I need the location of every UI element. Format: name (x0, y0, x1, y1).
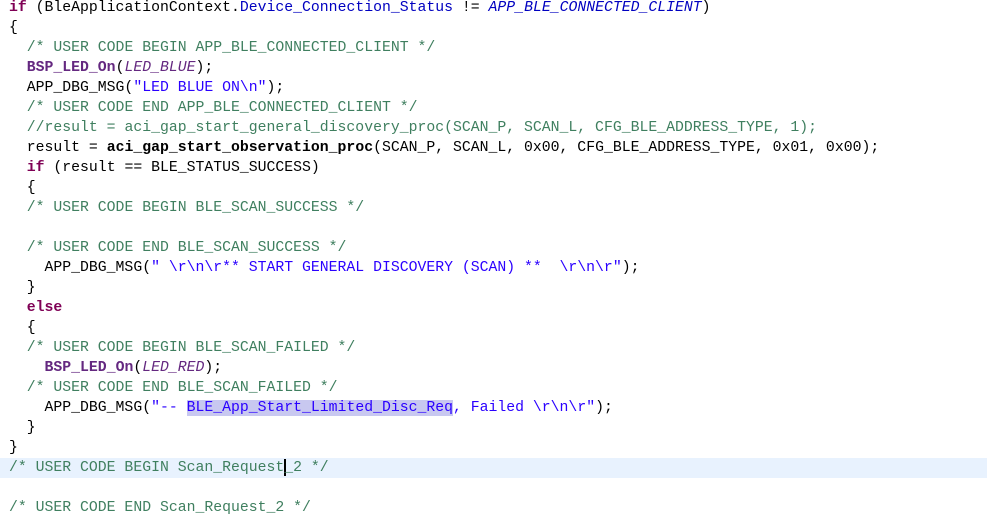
code-token: /* USER CODE BEGIN APP_BLE_CONNECTED_CLI… (26, 40, 436, 56)
code-token: } (9, 420, 36, 436)
code-token: //result = aci_gap_start_general_discove… (26, 120, 818, 136)
code-token: ); (195, 60, 214, 76)
code-line[interactable]: result = aci_gap_start_observation_proc(… (0, 138, 987, 158)
code-line[interactable] (0, 478, 987, 498)
code-token: /* USER CODE END BLE_SCAN_FAILED */ (26, 380, 338, 396)
code-line[interactable]: else (0, 298, 987, 318)
code-token: ) (701, 0, 711, 16)
code-token: APP_DBG_MSG( (9, 260, 152, 276)
code-token: Device_Connection_Status (239, 0, 454, 16)
code-token: BSP_LED_On (44, 360, 134, 376)
code-line[interactable]: /* USER CODE END BLE_SCAN_FAILED */ (0, 378, 987, 398)
code-token: /* USER CODE END APP_BLE_CONNECTED_CLIEN… (26, 100, 418, 116)
code-line[interactable]: if (result == BLE_STATUS_SUCCESS) (0, 158, 987, 178)
code-token: LED_RED (142, 360, 205, 376)
code-token: } (9, 440, 18, 456)
code-line[interactable]: BSP_LED_On(LED_RED); (0, 358, 987, 378)
code-line[interactable]: /* USER CODE END Scan_Request_2 */ (0, 498, 987, 518)
code-token: } (9, 280, 36, 296)
code-token: ); (595, 400, 613, 416)
code-token: APP_BLE_CONNECTED_CLIENT (488, 0, 702, 16)
code-token: /* USER CODE BEGIN Scan_Request (9, 460, 285, 476)
code-editor[interactable]: if (BleApplicationContext.Device_Connect… (0, 0, 987, 518)
code-line-current[interactable]: /* USER CODE BEGIN Scan_Request_2 */ (0, 458, 987, 478)
code-token: /* USER CODE BEGIN BLE_SCAN_FAILED */ (26, 340, 356, 356)
code-token: BSP_LED_On (26, 60, 116, 76)
code-token: aci_gap_start_observation_proc (106, 140, 374, 156)
code-line[interactable] (0, 218, 987, 238)
code-line[interactable]: BSP_LED_On(LED_BLUE); (0, 58, 987, 78)
code-line[interactable]: APP_DBG_MSG("-- BLE_App_Start_Limited_Di… (0, 398, 987, 418)
code-token: if (26, 160, 45, 176)
code-token: ); (266, 80, 285, 96)
code-token: _2 */ (284, 460, 329, 476)
code-token: " \r\n\r** START GENERAL DISCOVERY (SCAN… (151, 260, 622, 276)
code-line[interactable]: /* USER CODE BEGIN APP_BLE_CONNECTED_CLI… (0, 38, 987, 58)
code-token: APP_DBG_MSG( (9, 80, 134, 96)
selected-text: BLE_App_Start_Limited_Disc_Req (186, 400, 453, 416)
code-line[interactable]: //result = aci_gap_start_general_discove… (0, 118, 987, 138)
code-token: APP_DBG_MSG( (9, 400, 152, 416)
code-line[interactable]: { (0, 318, 987, 338)
code-token: (result == BLE_STATUS_SUCCESS) (44, 160, 320, 176)
code-line[interactable]: } (0, 418, 987, 438)
code-token: (SCAN_P, SCAN_L, 0x00, CFG_BLE_ADDRESS_T… (373, 140, 880, 156)
code-line[interactable]: if (BleApplicationContext.Device_Connect… (0, 0, 987, 18)
code-token: ); (621, 260, 640, 276)
code-line[interactable]: } (0, 278, 987, 298)
code-token: "LED BLUE ON\n" (133, 80, 267, 96)
code-token: if (9, 0, 27, 16)
code-token: { (9, 320, 36, 336)
code-line[interactable]: /* USER CODE BEGIN BLE_SCAN_FAILED */ (0, 338, 987, 358)
code-line[interactable]: APP_DBG_MSG(" \r\n\r** START GENERAL DIS… (0, 258, 987, 278)
code-token: (BleApplicationContext. (26, 0, 240, 16)
code-token: != (453, 0, 489, 16)
code-token: /* USER CODE END Scan_Request_2 */ (9, 500, 311, 516)
code-token: /* USER CODE BEGIN BLE_SCAN_SUCCESS */ (26, 200, 365, 216)
code-line[interactable]: /* USER CODE BEGIN BLE_SCAN_SUCCESS */ (0, 198, 987, 218)
code-token: ( (133, 360, 143, 376)
code-token: , Failed \r\n\r" (453, 400, 596, 416)
code-token: { (9, 20, 18, 36)
code-line[interactable]: /* USER CODE END BLE_SCAN_SUCCESS */ (0, 238, 987, 258)
code-token: result = (9, 140, 107, 156)
code-token: LED_BLUE (124, 60, 196, 76)
code-token: /* USER CODE END BLE_SCAN_SUCCESS */ (26, 240, 347, 256)
code-token: { (9, 180, 36, 196)
code-line[interactable]: { (0, 18, 987, 38)
code-line[interactable]: APP_DBG_MSG("LED BLUE ON\n"); (0, 78, 987, 98)
code-token: ); (204, 360, 223, 376)
code-line[interactable]: /* USER CODE END APP_BLE_CONNECTED_CLIEN… (0, 98, 987, 118)
code-token: "-- (151, 400, 187, 416)
code-line[interactable]: { (0, 178, 987, 198)
code-token: else (26, 300, 63, 316)
code-line[interactable]: } (0, 438, 987, 458)
